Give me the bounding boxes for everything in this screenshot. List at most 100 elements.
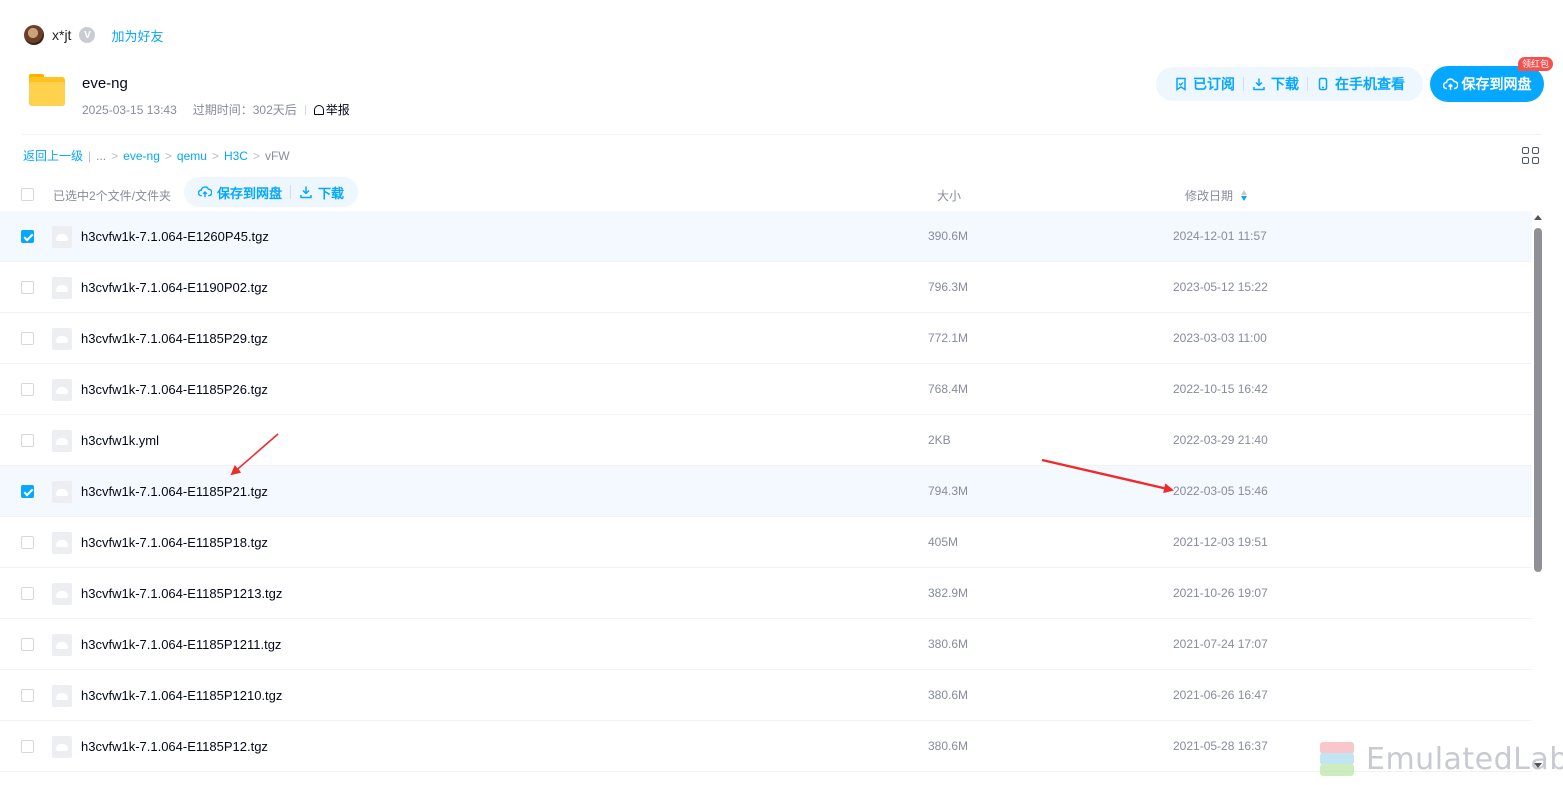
selection-count: 已选中2个文件/文件夹 [53,189,172,203]
row-checkbox[interactable] [21,689,34,702]
file-size: 380.6M [928,739,969,753]
avatar[interactable] [24,25,44,45]
download-icon [1253,78,1265,91]
file-row[interactable]: h3cvfw1k-7.1.064-E1185P1211.tgz 380.6M 202… [0,619,1532,670]
alarm-bell-icon [313,104,324,115]
file-row[interactable]: h3cvfw1k-7.1.064-E1185P26.tgz 768.4M 2022-… [0,364,1532,415]
breadcrumb: 返回上一级 | ... > eve-ng > qemu > H3C > vFW [23,147,290,164]
file-row[interactable]: h3cvfw1k-7.1.064-E1185P18.tgz 405M 2021-12… [0,517,1532,568]
share-created-time: 2025-03-15 13:43 [82,102,177,117]
user-name[interactable]: x*jt [52,27,71,43]
watermark-text: EmulatedLab [1366,741,1563,777]
report-button[interactable]: 举报 [304,101,350,118]
cloud-upload-icon [198,186,212,198]
file-icon [52,583,72,605]
file-size: 768.4M [928,382,969,396]
file-row[interactable]: h3cvfw1k-7.1.064-E1185P1213.tgz 382.9M 202… [0,568,1532,619]
report-label: 举报 [325,103,350,117]
row-checkbox[interactable] [21,332,34,345]
bulk-actions: 保存到网盘 下载 [184,177,359,207]
row-checkbox[interactable] [21,638,34,651]
breadcrumb-separator: > [164,148,172,163]
file-icon [52,685,72,707]
file-name[interactable]: h3cvfw1k-7.1.064-E1185P12.tgz [81,739,268,754]
add-friend-link[interactable]: 加为好友 [111,26,163,45]
file-name[interactable]: h3cvfw1k-7.1.064-E1260P45.tgz [81,229,269,244]
breadcrumb-item[interactable]: eve-ng [123,149,160,163]
scrollbar-thumb[interactable] [1534,228,1542,572]
file-name[interactable]: h3cvfw1k-7.1.064-E1185P26.tgz [81,382,268,397]
vip-badge-icon: V [79,27,96,43]
file-row[interactable]: h3cvfw1k-7.1.064-E1185P21.tgz 794.3M 2022-… [0,466,1532,517]
column-size-header[interactable]: 大小 [937,187,961,204]
download-button[interactable]: 下载 [1244,74,1307,94]
row-checkbox[interactable] [21,485,34,498]
file-date: 2022-03-29 21:40 [1173,433,1268,447]
row-checkbox[interactable] [21,536,34,549]
file-name[interactable]: h3cvfw1k-7.1.064-E1185P1211.tgz [81,637,281,652]
file-name[interactable]: h3cvfw1k.yml [81,433,159,448]
file-name[interactable]: h3cvfw1k-7.1.064-E1190P02.tgz [81,280,268,295]
file-row[interactable]: h3cvfw1k-7.1.064-E1185P1210.tgz 380.6M 202… [0,670,1532,721]
file-name[interactable]: h3cvfw1k-7.1.064-E1185P29.tgz [81,331,268,346]
file-date: 2021-07-24 17:07 [1173,637,1268,651]
watermark: EmulatedLab [1316,740,1563,778]
file-icon [52,634,72,656]
column-date-header[interactable]: 修改日期 [1185,187,1248,204]
file-row[interactable]: h3cvfw1k-7.1.064-E1260P45.tgz 390.6M 2024-… [0,211,1532,262]
save-to-drive-button[interactable]: 保存到网盘 [1430,66,1544,102]
file-name[interactable]: h3cvfw1k-7.1.064-E1185P21.tgz [81,484,268,499]
view-on-phone-button[interactable]: 在手机查看 [1308,74,1413,94]
file-name[interactable]: h3cvfw1k-7.1.064-E1185P18.tgz [81,535,268,550]
file-size: 390.6M [928,229,969,243]
row-checkbox[interactable] [21,587,34,600]
file-icon [52,736,72,758]
file-date: 2022-03-05 15:46 [1173,484,1268,498]
file-size: 772.1M [928,331,969,345]
file-size: 382.9M [928,586,969,600]
file-row[interactable]: h3cvfw1k.yml 2KB 2022-03-29 21:40 [0,415,1532,466]
save-to-drive-label: 保存到网盘 [1461,76,1532,92]
row-checkbox[interactable] [21,230,34,243]
breadcrumb-separator: > [252,148,260,163]
file-name[interactable]: h3cvfw1k-7.1.064-E1185P1210.tgz [81,688,282,703]
share-expire-time: 过期时间：302天后 [192,103,297,117]
file-icon [52,379,72,401]
subscribed-button[interactable]: 已订阅 [1166,74,1243,94]
header-divider [22,134,1542,135]
select-all-checkbox[interactable] [21,188,34,201]
list-header: 已选中2个文件/文件夹 保存到网盘 下载 大小 修改日期 [0,176,1532,212]
row-checkbox[interactable] [21,740,34,753]
file-date: 2021-12-03 19:51 [1173,535,1268,549]
breadcrumb-divider: | [88,148,92,163]
file-icon [52,328,72,350]
file-list: h3cvfw1k-7.1.064-E1260P45.tgz 390.6M 2024-… [0,211,1532,772]
phone-icon [1318,77,1328,91]
file-name[interactable]: h3cvfw1k-7.1.064-E1185P1213.tgz [81,586,282,601]
bulk-save-button[interactable]: 保存到网盘 [190,183,290,202]
breadcrumb-separator: > [111,148,119,163]
row-checkbox[interactable] [21,434,34,447]
breadcrumb-current: vFW [264,148,290,163]
breadcrumb-ellipsis[interactable]: ... [96,149,106,163]
bulk-download-button[interactable]: 下载 [291,183,352,202]
file-date: 2024-12-01 11:57 [1173,229,1267,243]
file-row[interactable]: h3cvfw1k-7.1.064-E1190P02.tgz 796.3M 2023-… [0,262,1532,313]
file-row[interactable]: h3cvfw1k-7.1.064-E1185P12.tgz 380.6M 2021-… [0,721,1532,772]
breadcrumb-back[interactable]: 返回上一级 [23,147,83,164]
file-size: 405M [928,535,959,549]
file-icon [52,481,72,503]
breadcrumb-item[interactable]: H3C [224,149,248,163]
row-checkbox[interactable] [21,281,34,294]
sort-desc-icon[interactable] [1240,189,1248,201]
red-packet-badge[interactable]: 领红包 [1518,57,1554,71]
bulk-download-label: 下载 [318,185,345,201]
grid-view-icon[interactable] [1522,147,1539,164]
file-size: 380.6M [928,688,969,702]
file-size: 2KB [928,433,951,447]
breadcrumb-item[interactable]: qemu [177,149,207,163]
scroll-up-arrow-icon[interactable] [1534,215,1542,220]
breadcrumb-separator: > [211,148,219,163]
file-row[interactable]: h3cvfw1k-7.1.064-E1185P29.tgz 772.1M 2023-… [0,313,1532,364]
row-checkbox[interactable] [21,383,34,396]
